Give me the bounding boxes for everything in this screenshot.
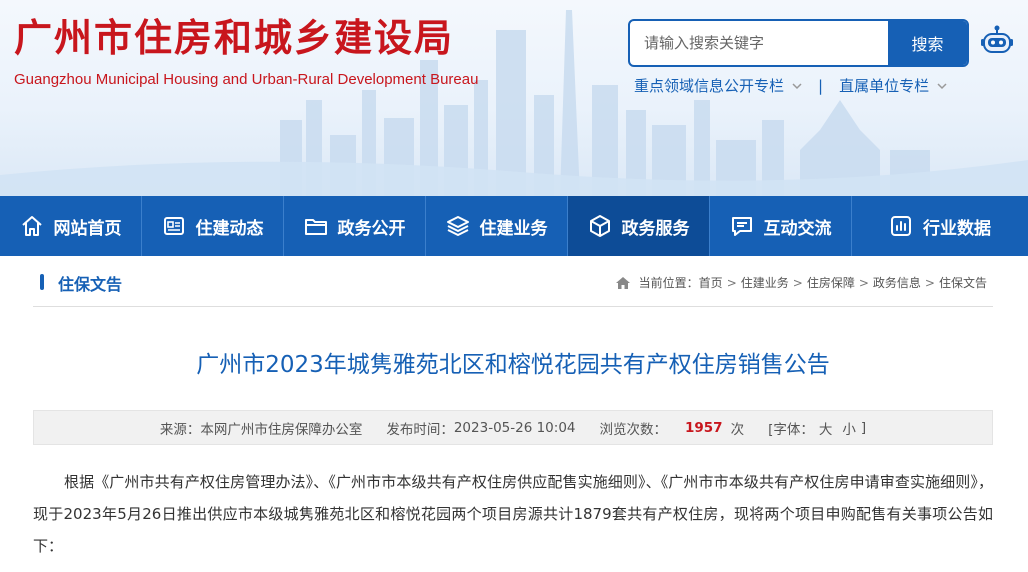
nav-item-label: 政务公开	[337, 218, 406, 239]
views-label: 浏览次数：	[599, 421, 668, 438]
article-title: 广州市2023年城隽雅苑北区和榕悦花园共有产权住房销售公告	[196, 352, 830, 378]
font-size-close: ]	[860, 419, 867, 436]
cube-icon	[589, 215, 610, 237]
link-separator: |	[818, 76, 824, 95]
column-marker	[40, 274, 44, 290]
site-subtitle: Guangzhou Municipal Housing and Urban-Ru…	[14, 71, 479, 88]
nav-item-label: 互动交流	[763, 218, 832, 239]
quick-link-key-areas[interactable]: 重点领域信息公开专栏	[634, 75, 802, 96]
robot-assistant-icon[interactable]	[980, 24, 1014, 58]
nav-item-gov-services[interactable]: 政务服务	[568, 196, 710, 256]
nav-item-home[interactable]: 网站首页	[0, 196, 142, 256]
chevron-down-icon	[792, 82, 802, 89]
nav-item-interaction[interactable]: 互动交流	[710, 196, 852, 256]
home-icon	[615, 276, 630, 289]
breadcrumb-separator: >	[726, 275, 737, 290]
chat-icon	[731, 217, 752, 236]
source-value: 本网广州市住房保障办公室	[200, 421, 363, 438]
article-meta-bar: 来源： 本网广州市住房保障办公室 发布时间： 2023-05-26 10:04 …	[33, 410, 993, 445]
column-title[interactable]: 住保文告	[58, 271, 122, 295]
views-unit: 次	[730, 421, 745, 438]
article-body: 根据《广州市共有产权住房管理办法》、《广州市市本级共有产权住房供应配售实施细则》…	[33, 473, 993, 555]
publish-time-label: 发布时间：	[386, 421, 454, 438]
nav-item-business[interactable]: 住建业务	[426, 196, 568, 256]
quick-link-affiliated-units[interactable]: 直属单位专栏	[839, 75, 947, 96]
chart-icon	[891, 216, 911, 236]
nav-item-label: 住建业务	[479, 218, 548, 239]
home-icon	[21, 216, 42, 236]
column-header: 住保文告 当前位置： 首页 > 住建业务 > 住房保障 > 政务信息 > 住保文…	[33, 256, 993, 307]
folder-icon	[304, 219, 327, 235]
nav-item-label: 网站首页	[53, 218, 122, 239]
font-size-label: [字体：	[768, 421, 814, 438]
breadcrumb-separator: >	[792, 275, 803, 290]
breadcrumb-home[interactable]: 首页	[699, 274, 723, 291]
site-title[interactable]: 广州市住房和城乡建设局	[14, 14, 454, 62]
font-small-button[interactable]: 小	[842, 418, 856, 438]
breadcrumb-separator: >	[858, 275, 869, 290]
layers-icon	[446, 216, 469, 236]
nav-item-industry-data[interactable]: 行业数据	[852, 196, 1028, 256]
breadcrumb-separator: >	[924, 275, 935, 290]
quick-link-label: 重点领域信息公开专栏	[634, 77, 785, 95]
nav-item-label: 政务服务	[621, 218, 690, 239]
source-label: 来源：	[159, 421, 201, 438]
breadcrumb-business[interactable]: 住建业务	[741, 274, 789, 291]
views-count: 1957	[685, 419, 723, 436]
breadcrumb-current[interactable]: 住保文告	[939, 274, 987, 291]
publish-time-value: 2023-05-26 10:04	[453, 419, 576, 436]
breadcrumb: 当前位置： 首页 > 住建业务 > 住房保障 > 政务信息 > 住保文告	[615, 274, 987, 291]
nav-item-label: 住建动态	[195, 218, 264, 239]
search-button[interactable]: 搜索	[888, 21, 967, 65]
quick-link-label: 直属单位专栏	[839, 77, 930, 95]
nav-item-gov-disclosure[interactable]: 政务公开	[284, 196, 426, 256]
site-header: 广州市住房和城乡建设局 Guangzhou Municipal Housing …	[0, 0, 1028, 196]
main-nav: 网站首页 住建动态 政务公开 住建业务 政务服务 互动交流 行业数据	[0, 196, 1028, 256]
quick-links: 重点领域信息公开专栏 | 直属单位专栏	[634, 75, 947, 96]
nav-item-label: 行业数据	[923, 218, 991, 239]
search-input[interactable]	[630, 21, 888, 65]
breadcrumb-prefix: 当前位置：	[638, 276, 699, 290]
news-icon	[163, 217, 184, 235]
breadcrumb-housing-security[interactable]: 住房保障	[807, 274, 855, 291]
nav-item-news[interactable]: 住建动态	[142, 196, 284, 256]
chevron-down-icon	[937, 82, 947, 89]
breadcrumb-gov-info[interactable]: 政务信息	[873, 274, 921, 291]
font-large-button[interactable]: 大	[819, 418, 833, 438]
search-box: 搜索	[628, 19, 969, 67]
